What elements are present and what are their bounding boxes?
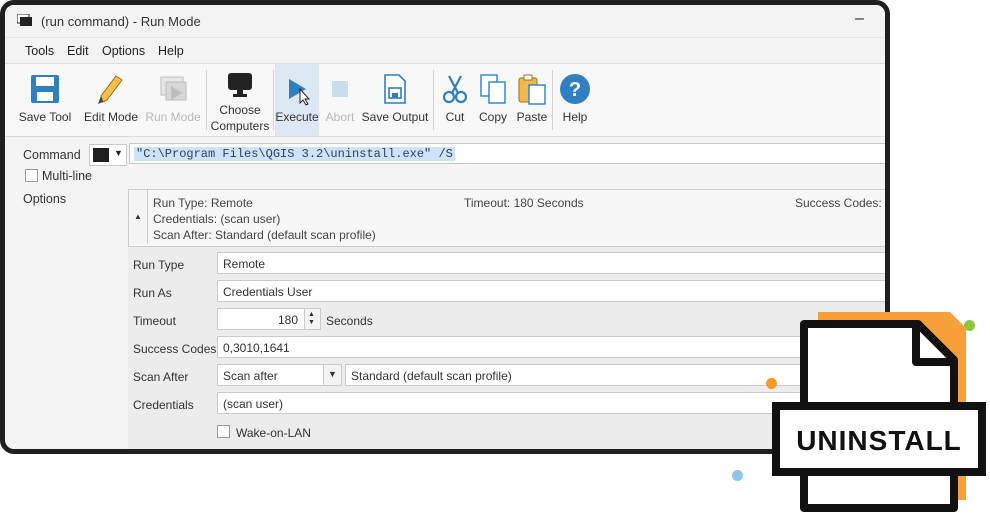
timeout-stepper[interactable]: 180 ▲ ▼ — [217, 308, 321, 330]
command-label: Command — [23, 148, 81, 162]
choose-computers-button[interactable]: Choose Computers — [208, 64, 272, 136]
scan-after-value: Scan after — [223, 369, 278, 383]
execute-label: Execute — [275, 110, 319, 124]
window-title: (run command) - Run Mode — [41, 14, 201, 29]
paste-button[interactable]: Paste — [513, 64, 551, 136]
scan-after-dropdown[interactable]: Scan after ▼ — [217, 364, 342, 386]
run-type-field[interactable]: Remote — [217, 252, 885, 274]
menu-help[interactable]: Help — [158, 44, 184, 58]
uninstall-file-badge: UNINSTALL — [772, 312, 986, 512]
copy-label: Copy — [478, 110, 507, 124]
scan-after-label: Scan After — [133, 370, 189, 384]
help-icon: ? — [560, 74, 590, 104]
run-mode-icon — [160, 76, 187, 101]
toolbar-separator — [552, 70, 553, 130]
run-as-label: Run As — [133, 286, 172, 300]
run-mode-button[interactable]: Run Mode — [143, 64, 203, 136]
save-tool-button[interactable]: Save Tool — [15, 64, 75, 136]
stop-icon — [332, 81, 348, 97]
timeout-label: Timeout — [133, 314, 176, 328]
save-output-label: Save Output — [361, 110, 429, 124]
clipboard-paste-icon — [518, 74, 546, 105]
toolbar-separator — [433, 70, 434, 130]
abort-button[interactable]: Abort — [320, 64, 360, 136]
help-label: Help — [562, 110, 588, 124]
command-text: "C:\Program Files\QGIS 3.2\uninstall.exe… — [134, 147, 455, 161]
pencil-icon — [98, 75, 123, 104]
menu-tools[interactable]: Tools — [25, 44, 54, 58]
copy-button[interactable]: Copy — [475, 64, 511, 136]
help-button[interactable]: ? Help — [556, 64, 594, 136]
chevron-down-icon: ▼ — [323, 365, 341, 385]
cut-button[interactable]: Cut — [437, 64, 473, 136]
timeout-unit: Seconds — [326, 314, 373, 328]
cut-label: Cut — [445, 110, 465, 124]
scan-profile-value: Standard (default scan profile) — [351, 369, 512, 383]
save-output-button[interactable]: Save Output — [360, 64, 430, 136]
floppy-disk-icon — [31, 75, 59, 103]
svg-text:?: ? — [569, 79, 581, 101]
menu-edit[interactable]: Edit — [67, 44, 89, 58]
copy-icon — [480, 74, 506, 104]
save-tool-label: Save Tool — [18, 110, 72, 124]
choose-computers-label-1: Choose — [219, 103, 261, 117]
summary-timeout: Timeout: 180 Seconds — [464, 196, 584, 210]
menu-bar: Tools Edit Options Help — [5, 37, 885, 64]
play-cursor-icon — [289, 79, 311, 106]
run-as-value: Credentials User — [223, 285, 313, 299]
success-codes-value: 0,3010,1641 — [223, 341, 290, 355]
credentials-value: (scan user) — [223, 397, 284, 411]
minimize-button[interactable]: – — [855, 10, 864, 28]
multiline-checkbox[interactable] — [25, 169, 38, 182]
edit-mode-label: Edit Mode — [83, 110, 139, 124]
options-summary: ▲ Run Type: Remote Credentials: (scan us… — [128, 189, 890, 247]
chevron-down-icon: ▼ — [114, 148, 123, 158]
options-label: Options — [23, 192, 67, 206]
toolbar-separator — [273, 70, 274, 130]
app-icon — [17, 14, 32, 26]
success-codes-label: Success Codes — [133, 342, 217, 356]
scissors-icon — [442, 75, 468, 104]
save-document-icon — [384, 74, 406, 104]
toolbar-separator — [206, 70, 207, 130]
summary-success-codes: Success Codes: 0 — [795, 196, 890, 210]
timeout-value: 180 — [277, 313, 298, 327]
paste-label: Paste — [516, 110, 548, 124]
command-type-dropdown[interactable]: ▼ — [89, 144, 127, 166]
choose-computers-label-2: Computers — [210, 119, 270, 133]
run-mode-label: Run Mode — [145, 110, 201, 124]
run-as-field[interactable]: Credentials User — [217, 280, 885, 302]
edit-mode-button[interactable]: Edit Mode — [81, 64, 141, 136]
summary-run-type: Run Type: Remote — [153, 196, 253, 210]
blue-dot — [732, 470, 743, 481]
collapse-arrow-icon: ▲ — [134, 212, 142, 221]
wake-on-lan-label: Wake-on-LAN — [236, 426, 311, 440]
monitor-icon — [228, 73, 252, 97]
console-icon — [93, 148, 109, 162]
wake-on-lan-checkbox[interactable] — [217, 425, 230, 438]
command-input[interactable]: "C:\Program Files\QGIS 3.2\uninstall.exe… — [129, 143, 885, 164]
summary-credentials: Credentials: (scan user) — [153, 212, 281, 226]
run-mode-window: (run command) - Run Mode – Tools Edit Op… — [0, 0, 890, 454]
badge-text: UNINSTALL — [796, 425, 962, 456]
title-bar: (run command) - Run Mode – — [5, 5, 885, 37]
abort-label: Abort — [325, 110, 355, 124]
summary-scan-after: Scan After: Standard (default scan profi… — [153, 228, 376, 242]
run-type-label: Run Type — [133, 258, 185, 272]
collapse-toggle[interactable]: ▲ — [129, 190, 148, 244]
multiline-label: Multi-line — [42, 169, 93, 183]
spinner-arrows-icon[interactable]: ▲ ▼ — [304, 309, 320, 329]
run-type-value: Remote — [223, 257, 266, 271]
execute-button[interactable]: Execute — [275, 64, 319, 136]
credentials-label: Credentials — [133, 398, 194, 412]
menu-options[interactable]: Options — [102, 44, 145, 58]
toolbar: Save Tool Edit Mode Run Mode Choose Comp… — [5, 63, 885, 137]
